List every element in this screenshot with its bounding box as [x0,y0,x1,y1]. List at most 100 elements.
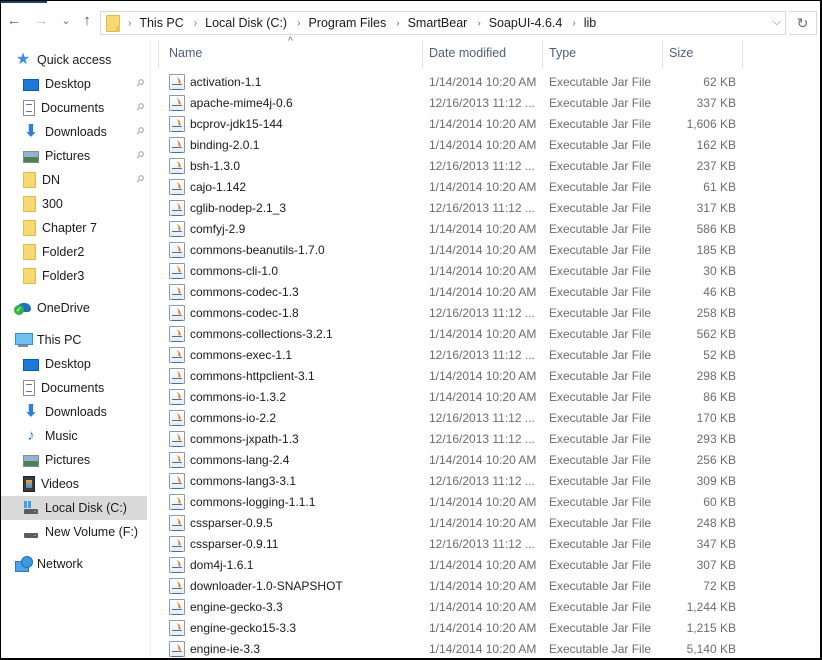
file-row[interactable]: commons-io-1.3.2 1/14/2014 10:20 AM Execut… [151,386,751,407]
file-row[interactable]: commons-collections-3.2.1 1/14/2014 10:20… [151,323,751,344]
file-row[interactable]: downloader-1.0-SNAPSHOT 1/14/2014 10:20 A… [151,575,751,596]
sidebar-item-qa-dn[interactable]: DN ⚲ [1,168,147,192]
file-row[interactable]: commons-lang-2.4 1/14/2014 10:20 AM Execut… [151,449,751,470]
back-button[interactable]: ← [5,11,23,29]
sidebar-item-label: Downloads [45,125,107,139]
sidebar-item-pc-documents[interactable]: Documents [1,376,147,400]
network-icon [15,556,33,572]
file-row[interactable]: commons-beanutils-1.7.0 1/14/2014 10:20 A… [151,239,751,260]
sidebar-network[interactable]: Network [1,552,147,576]
file-date-modified: 1/14/2014 10:20 AM [429,284,537,299]
sidebar-item-pc-downloads[interactable]: ⬇ Downloads [1,400,147,424]
breadcrumb-soapui[interactable]: SoapUI-4.6.4 [489,16,563,30]
file-row[interactable]: bcprov-jdk15-144 1/14/2014 10:20 AM Execut… [151,113,751,134]
file-row[interactable]: commons-httpclient-3.1 1/14/2014 10:20 AM… [151,365,751,386]
column-header-type[interactable]: Type [549,46,576,60]
breadcrumb-program-files[interactable]: Program Files [308,16,386,30]
file-size: 5,140 KB [686,641,736,656]
file-row[interactable]: commons-io-2.2 12/16/2013 11:12 ... Execut… [151,407,751,428]
sidebar-item-qa-documents[interactable]: Documents ⚲ [1,96,147,120]
column-header-size[interactable]: Size [669,46,693,60]
file-size: 317 KB [696,200,736,215]
column-header-date-modified[interactable]: Date modified [429,46,506,60]
column-separator[interactable] [662,39,663,69]
sidebar-quick-access[interactable]: ★ Quick access [1,48,147,72]
file-row[interactable]: comfyj-2.9 1/14/2014 10:20 AM Executable J… [151,218,751,239]
breadcrumb-separator-icon[interactable]: › [477,18,480,29]
sidebar-item-qa-folder2[interactable]: Folder2 [1,240,147,264]
column-header-name[interactable]: Name [169,46,202,60]
sidebar-item-qa-folder3[interactable]: Folder3 [1,264,147,288]
sidebar-item-pc-local-disk-c[interactable]: Local Disk (C:) [1,496,147,520]
breadcrumb-lib[interactable]: lib [584,16,597,30]
arrow-left-icon: ← [6,11,22,29]
file-name: cssparser-0.9.5 [190,515,273,530]
file-row[interactable]: cglib-nodep-2.1_3 12/16/2013 11:12 ... Exe… [151,197,751,218]
column-separator[interactable] [422,39,423,69]
sidebar-item-pc-new-volume-f[interactable]: New Volume (F:) [1,520,147,544]
file-row[interactable]: commons-exec-1.1 12/16/2013 11:12 ... Exec… [151,344,751,365]
sidebar-item-pc-music[interactable]: ♪ Music [1,424,147,448]
jar-file-icon [169,347,185,363]
sidebar-item-pc-desktop[interactable]: Desktop [1,352,147,376]
file-type: Executable Jar File [549,179,652,194]
sidebar-item-pc-pictures[interactable]: Pictures [1,448,147,472]
file-row[interactable]: commons-codec-1.8 12/16/2013 11:12 ... Exe… [151,302,751,323]
breadcrumb-separator-icon[interactable]: › [297,18,300,29]
column-separator[interactable] [742,39,743,69]
jar-file-icon [169,599,185,615]
file-row[interactable]: cajo-1.142 1/14/2014 10:20 AM Executable J… [151,176,751,197]
file-row[interactable]: dom4j-1.6.1 1/14/2014 10:20 AM Executable … [151,554,751,575]
file-row[interactable]: binding-2.0.1 1/14/2014 10:20 AM Executabl… [151,134,751,155]
sidebar-item-label: DN [42,173,61,187]
documents-icon [23,380,35,396]
file-row[interactable]: engine-gecko-3.3 1/14/2014 10:20 AM Execut… [151,596,751,617]
file-row[interactable]: engine-ie-3.3 1/14/2014 10:20 AM Executabl… [151,638,751,658]
sidebar-item-qa-300[interactable]: 300 [1,192,147,216]
file-type: Executable Jar File [549,536,652,551]
file-row[interactable]: apache-mime4j-0.6 12/16/2013 11:12 ... Exe… [151,92,751,113]
up-button[interactable]: ↑ [78,11,96,29]
file-row[interactable]: cssparser-0.9.11 12/16/2013 11:12 ... Exec… [151,533,751,554]
sidebar-item-label: New Volume (F:) [45,525,139,539]
breadcrumb-separator-icon[interactable]: › [194,18,197,29]
sidebar-item-qa-desktop[interactable]: Desktop ⚲ [1,72,147,96]
sidebar-item-qa-downloads[interactable]: ⬇ Downloads ⚲ [1,120,147,144]
breadcrumb-separator-icon[interactable]: › [572,18,575,29]
recent-locations-button[interactable]: ⌄ [57,11,75,29]
column-separator[interactable] [158,39,159,69]
file-row[interactable]: activation-1.1 1/14/2014 10:20 AM Executab… [151,71,751,92]
sidebar-item-qa-pictures[interactable]: Pictures ⚲ [1,144,147,168]
breadcrumb-this-pc[interactable]: This PC [139,16,183,30]
refresh-button[interactable]: ↻ [789,11,817,35]
breadcrumb-smartbear[interactable]: SmartBear [408,16,468,30]
file-type: Executable Jar File [549,116,652,131]
forward-button[interactable]: → [32,11,50,29]
column-separator[interactable] [542,39,543,69]
sidebar-item-label: Documents [41,381,105,395]
file-row[interactable]: engine-gecko15-3.3 1/14/2014 10:20 AM Exec… [151,617,751,638]
file-row[interactable]: cssparser-0.9.5 1/14/2014 10:20 AM Executa… [151,512,751,533]
address-dropdown-icon[interactable]: ⌵ [773,16,781,29]
sidebar-item-label: Pictures [45,149,91,163]
file-date-modified: 1/14/2014 10:20 AM [429,620,537,635]
breadcrumb-separator-icon[interactable]: › [396,18,399,29]
file-row[interactable]: bsh-1.3.0 12/16/2013 11:12 ... Executable … [151,155,751,176]
file-row[interactable]: commons-lang3-3.1 12/16/2013 11:12 ... Exe… [151,470,751,491]
file-date-modified: 12/16/2013 11:12 ... [429,410,535,425]
address-bar[interactable]: › This PC › Local Disk (C:) › Program Fi… [100,11,786,35]
file-date-modified: 12/16/2013 11:12 ... [429,347,535,362]
file-size: 1,606 KB [686,116,736,131]
file-type: Executable Jar File [549,95,652,110]
file-row[interactable]: commons-cli-1.0 1/14/2014 10:20 AM Executa… [151,260,751,281]
file-row[interactable]: commons-codec-1.3 1/14/2014 10:20 AM Execu… [151,281,751,302]
sidebar-onedrive[interactable]: OneDrive [1,296,147,320]
sidebar-item-pc-videos[interactable]: Videos [1,472,147,496]
file-row[interactable]: commons-logging-1.1.1 1/14/2014 10:20 AM E… [151,491,751,512]
breadcrumb-local-disk[interactable]: Local Disk (C:) [205,16,287,30]
sidebar-item-qa-chapter-7[interactable]: Chapter 7 [1,216,147,240]
file-row[interactable]: commons-jxpath-1.3 12/16/2013 11:12 ... Ex… [151,428,751,449]
arrow-right-icon: → [33,11,49,29]
sidebar-this-pc[interactable]: This PC [1,328,147,352]
file-size: 307 KB [696,557,736,572]
